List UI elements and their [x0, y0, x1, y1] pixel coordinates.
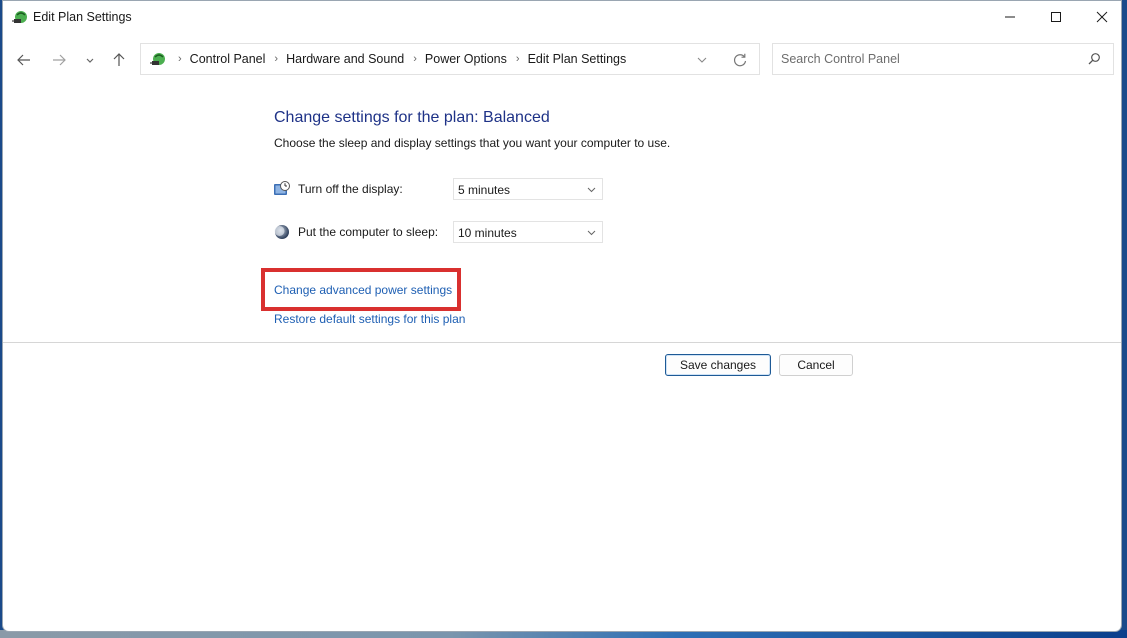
- maximize-icon: [1050, 11, 1062, 23]
- sleep-moon-icon: [273, 223, 291, 241]
- save-changes-button[interactable]: Save changes: [665, 354, 771, 376]
- arrow-up-icon: [112, 53, 126, 67]
- arrow-left-icon: [17, 53, 31, 67]
- control-panel-icon: [149, 51, 167, 69]
- change-advanced-power-settings-link[interactable]: Change advanced power settings: [274, 283, 452, 297]
- chevron-down-icon: [586, 184, 597, 195]
- window-title: Edit Plan Settings: [33, 10, 132, 24]
- display-timeout-value: 5 minutes: [458, 183, 510, 197]
- divider: [3, 342, 1121, 343]
- restore-default-settings-link[interactable]: Restore default settings for this plan: [274, 312, 465, 326]
- chevron-down-icon: [86, 56, 94, 64]
- search-input[interactable]: [781, 44, 1081, 74]
- sleep-timeout-select[interactable]: 10 minutes: [453, 221, 603, 243]
- up-button[interactable]: [106, 47, 132, 73]
- cancel-button[interactable]: Cancel: [779, 354, 853, 376]
- address-history-dropdown-icon[interactable]: [695, 53, 709, 67]
- sleep-timeout-label: Put the computer to sleep:: [298, 225, 438, 239]
- control-panel-window: Edit Plan Settings: [2, 0, 1122, 632]
- close-icon: [1096, 11, 1108, 23]
- search-box[interactable]: [772, 43, 1114, 75]
- breadcrumb-hardware-and-sound[interactable]: Hardware and Sound: [286, 52, 404, 66]
- breadcrumb: › Control Panel › Hardware and Sound › P…: [169, 44, 626, 74]
- display-timeout-label: Turn off the display:: [298, 182, 403, 196]
- minimize-icon: [1004, 11, 1016, 23]
- breadcrumb-separator[interactable]: ›: [516, 53, 520, 65]
- page-description: Choose the sleep and display settings th…: [274, 136, 670, 150]
- breadcrumb-separator[interactable]: ›: [274, 53, 278, 65]
- power-options-icon: [11, 9, 29, 27]
- title-bar[interactable]: Edit Plan Settings: [3, 1, 1121, 35]
- back-button[interactable]: [11, 47, 37, 73]
- search-icon[interactable]: [1087, 52, 1101, 66]
- minimize-button[interactable]: [987, 1, 1033, 33]
- breadcrumb-edit-plan-settings[interactable]: Edit Plan Settings: [528, 52, 627, 66]
- breadcrumb-power-options[interactable]: Power Options: [425, 52, 507, 66]
- page-title: Change settings for the plan: Balanced: [274, 109, 550, 127]
- arrow-right-icon: [52, 53, 66, 67]
- close-button[interactable]: [1079, 1, 1122, 33]
- display-clock-icon: [273, 180, 291, 198]
- recent-locations-button[interactable]: [77, 47, 103, 73]
- refresh-icon[interactable]: [732, 52, 748, 68]
- maximize-button[interactable]: [1033, 1, 1079, 33]
- breadcrumb-separator[interactable]: ›: [413, 53, 417, 65]
- forward-button[interactable]: [46, 47, 72, 73]
- breadcrumb-control-panel[interactable]: Control Panel: [190, 52, 266, 66]
- breadcrumb-separator[interactable]: ›: [178, 53, 182, 65]
- sleep-timeout-value: 10 minutes: [458, 226, 517, 240]
- address-bar[interactable]: › Control Panel › Hardware and Sound › P…: [140, 43, 760, 75]
- chevron-down-icon: [586, 227, 597, 238]
- display-timeout-select[interactable]: 5 minutes: [453, 178, 603, 200]
